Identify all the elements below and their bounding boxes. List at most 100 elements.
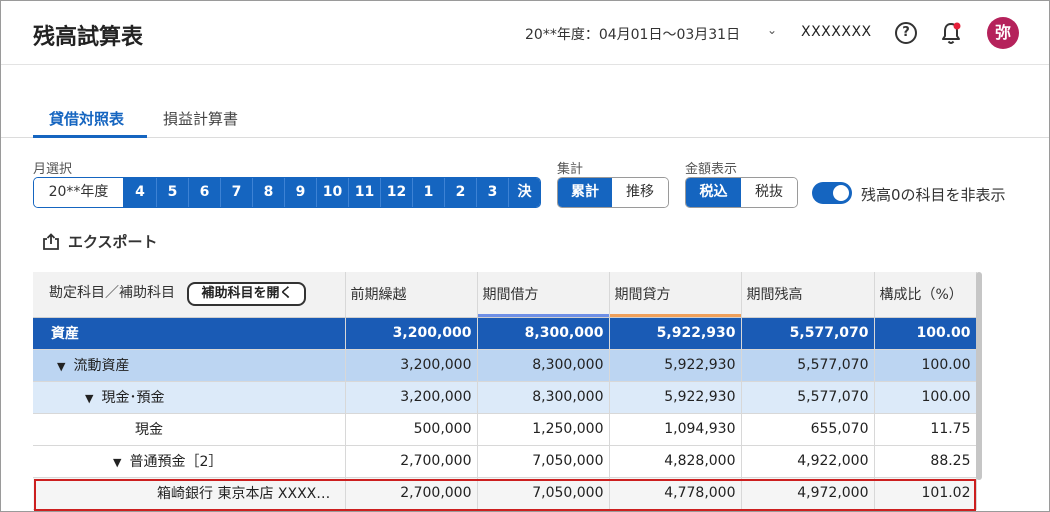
cell-credit: 5,922,930: [609, 381, 742, 414]
cell-ratio: 100.00: [874, 317, 977, 350]
avatar[interactable]: 弥: [987, 17, 1019, 49]
month-button[interactable]: 1: [412, 178, 444, 207]
collapse-triangle-icon[interactable]: ▼: [113, 456, 121, 469]
month-button[interactable]: 8: [252, 178, 284, 207]
month-button-closing[interactable]: 決: [508, 178, 540, 207]
chevron-down-icon[interactable]: ⌄: [767, 23, 777, 37]
cell-opening: 500,000: [345, 413, 478, 446]
fiscal-year-button[interactable]: 20**年度: [34, 178, 124, 207]
account-name: 資産: [33, 317, 346, 350]
transition-option[interactable]: 推移: [612, 178, 668, 207]
cell-opening: 2,700,000: [345, 477, 478, 510]
report-tabs: 貸借対照表 損益計算書: [1, 100, 1049, 138]
table-header-row: 勘定科目／補助科目 補助科目を開く 前期繰越 期間借方 期間貸方 期間残高 構成…: [33, 272, 977, 318]
cell-debit: 8,300,000: [477, 349, 610, 382]
company-name[interactable]: XXXXXXX: [801, 24, 872, 40]
cell-opening: 3,200,000: [345, 317, 478, 350]
month-button[interactable]: 11: [348, 178, 380, 207]
amount-display-label: 金額表示: [685, 162, 738, 177]
cell-debit: 7,050,000: [477, 445, 610, 478]
table-row[interactable]: ▼ 普通預金［2］ 2,700,000 7,050,000 4,828,000 4…: [33, 445, 977, 478]
tab-balance-sheet[interactable]: 貸借対照表: [49, 108, 124, 129]
cell-credit: 4,778,000: [609, 477, 742, 510]
account-name-cell: ▼ 現金･預金: [33, 381, 346, 414]
table-scrollbar[interactable]: [976, 272, 982, 480]
app-header: 残高試算表 20**年度：04月01日〜03月31日 ⌄ XXXXXXX ? 弥: [1, 1, 1049, 65]
tax-excluded-option[interactable]: 税抜: [741, 178, 797, 207]
cell-balance: 4,972,000: [741, 477, 875, 510]
cell-debit: 1,250,000: [477, 413, 610, 446]
cell-credit: 5,922,930: [609, 317, 742, 350]
col-header-credit[interactable]: 期間貸方: [609, 272, 742, 318]
month-button[interactable]: 7: [220, 178, 252, 207]
help-icon[interactable]: ?: [895, 22, 917, 44]
period-selector[interactable]: 20**年度：04月01日〜03月31日: [525, 24, 740, 44]
export-label: エクスポート: [68, 233, 158, 251]
col-header-ratio[interactable]: 構成比（%）: [874, 272, 977, 318]
account-name: 現金: [33, 413, 346, 446]
tab-income-statement[interactable]: 損益計算書: [163, 108, 238, 129]
cell-ratio: 100.00: [874, 349, 977, 382]
cell-opening: 3,200,000: [345, 381, 478, 414]
open-sub-accounts-button[interactable]: 補助科目を開く: [187, 282, 307, 307]
col-header-debit[interactable]: 期間借方: [477, 272, 610, 318]
cell-credit: 4,828,000: [609, 445, 742, 478]
export-button[interactable]: エクスポート: [42, 231, 158, 252]
cell-balance: 5,577,070: [741, 381, 875, 414]
col-header-account: 勘定科目／補助科目 補助科目を開く: [33, 272, 346, 318]
col-header-label: 前期繰越: [350, 287, 407, 304]
month-button[interactable]: 6: [188, 178, 220, 207]
month-button[interactable]: 2: [444, 178, 476, 207]
cell-ratio: 100.00: [874, 381, 977, 414]
aggregate-toggle: 累計 推移: [557, 177, 669, 208]
debit-accent: [477, 313, 608, 316]
col-header-label: 期間借方: [482, 287, 539, 304]
account-name: 現金･預金: [101, 390, 165, 406]
cell-balance: 5,577,070: [741, 349, 875, 382]
switch-knob: [833, 185, 849, 201]
hide-zero-balance-switch[interactable]: [812, 182, 852, 204]
col-header-opening[interactable]: 前期繰越: [345, 272, 478, 318]
export-icon: [43, 232, 59, 250]
month-selector: 20**年度 4 5 6 7 8 9 10 11 12 1 2 3 決: [33, 177, 541, 208]
cell-opening: 3,200,000: [345, 349, 478, 382]
table-row[interactable]: 資産 3,200,000 8,300,000 5,922,930 5,577,0…: [33, 317, 977, 350]
col-header-label: 期間貸方: [614, 287, 671, 304]
cell-balance: 655,070: [741, 413, 875, 446]
month-button[interactable]: 5: [156, 178, 188, 207]
collapse-triangle-icon[interactable]: ▼: [57, 360, 65, 373]
cell-ratio: 88.25: [874, 445, 977, 478]
col-header-account-label: 勘定科目／補助科目: [49, 285, 175, 302]
cell-opening: 2,700,000: [345, 445, 478, 478]
amount-display-toggle: 税込 税抜: [685, 177, 798, 208]
tax-included-option[interactable]: 税込: [686, 178, 741, 207]
table-row[interactable]: 箱崎銀行 東京本店 XXXX… 2,700,000 7,050,000 4,77…: [33, 477, 977, 510]
col-header-label: 期間残高: [746, 287, 803, 304]
month-button[interactable]: 12: [380, 178, 412, 207]
cell-ratio: 11.75: [874, 413, 977, 446]
cell-debit: 8,300,000: [477, 381, 610, 414]
credit-accent: [609, 313, 740, 316]
col-header-label: 構成比（%）: [879, 287, 963, 304]
cell-ratio: 101.02: [874, 477, 977, 510]
month-select-label: 月選択: [33, 162, 73, 177]
month-button[interactable]: 3: [476, 178, 508, 207]
table-row[interactable]: 現金 500,000 1,250,000 1,094,930 655,070 1…: [33, 413, 977, 446]
cell-balance: 5,577,070: [741, 317, 875, 350]
account-name: 箱崎銀行 東京本店 XXXX…: [33, 477, 346, 510]
account-name: 普通預金［2］: [129, 454, 223, 470]
account-name-cell: ▼ 普通預金［2］: [33, 445, 346, 478]
collapse-triangle-icon[interactable]: ▼: [85, 392, 93, 405]
trial-balance-table: 勘定科目／補助科目 補助科目を開く 前期繰越 期間借方 期間貸方 期間残高 構成…: [33, 272, 977, 510]
cell-credit: 1,094,930: [609, 413, 742, 446]
month-button[interactable]: 10: [316, 178, 348, 207]
table-row[interactable]: ▼ 現金･預金 3,200,000 8,300,000 5,922,930 5,5…: [33, 381, 977, 414]
month-button[interactable]: 4: [124, 178, 156, 207]
notification-bell-icon[interactable]: [939, 21, 963, 47]
col-header-balance[interactable]: 期間残高: [741, 272, 875, 318]
table-row[interactable]: ▼ 流動資産 3,200,000 8,300,000 5,922,930 5,57…: [33, 349, 977, 382]
month-button[interactable]: 9: [284, 178, 316, 207]
cell-balance: 4,922,000: [741, 445, 875, 478]
cumulative-option[interactable]: 累計: [558, 178, 612, 207]
account-name: 流動資産: [73, 358, 130, 374]
